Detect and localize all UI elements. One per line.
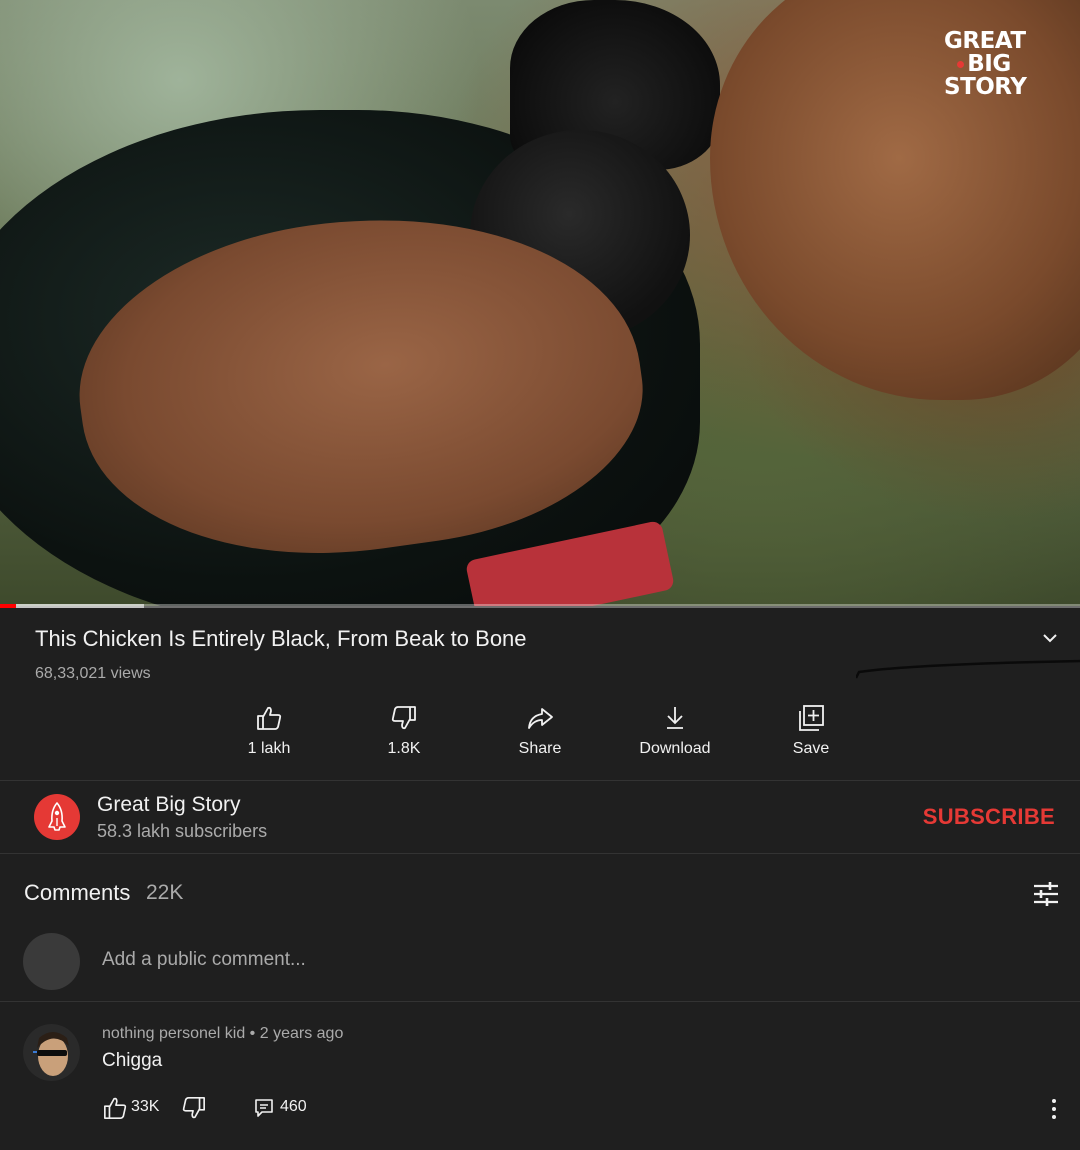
channel-avatar[interactable]: [34, 794, 80, 840]
divider: [0, 853, 1080, 854]
thumbs-up-icon: [257, 706, 282, 730]
comment-time: 2 years ago: [259, 1025, 344, 1042]
action-bar: 1 lakh 1.8K Share Download Save: [0, 700, 1080, 770]
add-to-playlist-icon: [799, 705, 824, 731]
comment-like-count: 33K: [131, 1098, 160, 1115]
comment-meta: nothing personel kid • 2 years ago: [102, 1025, 343, 1043]
chevron-down-icon[interactable]: [1038, 628, 1062, 648]
thumbs-down-icon: [391, 706, 416, 730]
download-label: Download: [639, 740, 711, 757]
save-label: Save: [792, 740, 830, 757]
dislike-count: 1.8K: [387, 740, 421, 757]
subscriber-count: 58.3 lakh subscribers: [97, 821, 268, 841]
progress-buffered: [0, 604, 144, 608]
video-title: This Chicken Is Entirely Black, From Bea…: [35, 626, 527, 651]
comment-reply-count: 460: [280, 1098, 307, 1115]
view-count: 68,33,021 views: [35, 665, 151, 682]
download-button[interactable]: Download: [615, 700, 735, 766]
comments-count: 22K: [146, 881, 184, 904]
add-comment-input[interactable]: Add a public comment...: [102, 949, 306, 971]
video-player[interactable]: GREAT BIG STORY: [0, 0, 1080, 606]
comment-author[interactable]: nothing personel kid: [102, 1025, 245, 1042]
comment-bubble-icon[interactable]: [253, 1097, 275, 1119]
vertical-dots-icon[interactable]: [1044, 1096, 1064, 1122]
stray-stroke-mark: [856, 659, 1080, 679]
user-avatar: [23, 933, 80, 990]
share-button[interactable]: Share: [480, 700, 600, 766]
comments-heading: Comments: [24, 880, 131, 905]
commenter-face-icon: [23, 1024, 80, 1081]
video-frame-face: [710, 0, 1080, 400]
sliders-icon[interactable]: [1030, 878, 1062, 910]
share-arrow-icon: [528, 708, 553, 729]
meta-separator: •: [249, 1025, 256, 1042]
watermark-dot-icon: [957, 61, 965, 68]
channel-name[interactable]: Great Big Story: [97, 793, 241, 817]
subscribe-button[interactable]: SUBSCRIBE: [923, 804, 1055, 830]
save-button[interactable]: Save: [751, 700, 871, 766]
video-progress-bar[interactable]: [0, 604, 1080, 608]
like-count: 1 lakh: [247, 740, 291, 757]
divider: [0, 780, 1080, 781]
rocket-logo-icon: [48, 802, 66, 831]
dislike-button[interactable]: 1.8K: [344, 700, 464, 766]
watermark-line-1: GREAT: [944, 28, 1026, 54]
commenter-avatar[interactable]: [23, 1024, 80, 1081]
divider: [0, 1001, 1080, 1002]
like-button[interactable]: 1 lakh: [209, 700, 329, 766]
thumbs-down-icon[interactable]: [181, 1096, 207, 1120]
comment-text: Chigga: [102, 1050, 163, 1071]
thumbs-up-icon[interactable]: [102, 1096, 128, 1120]
share-label: Share: [518, 740, 562, 757]
progress-played: [0, 604, 17, 608]
download-icon: [667, 707, 683, 729]
watermark-line-3: STORY: [944, 74, 1027, 100]
channel-watermark: GREAT BIG STORY: [944, 28, 1027, 100]
